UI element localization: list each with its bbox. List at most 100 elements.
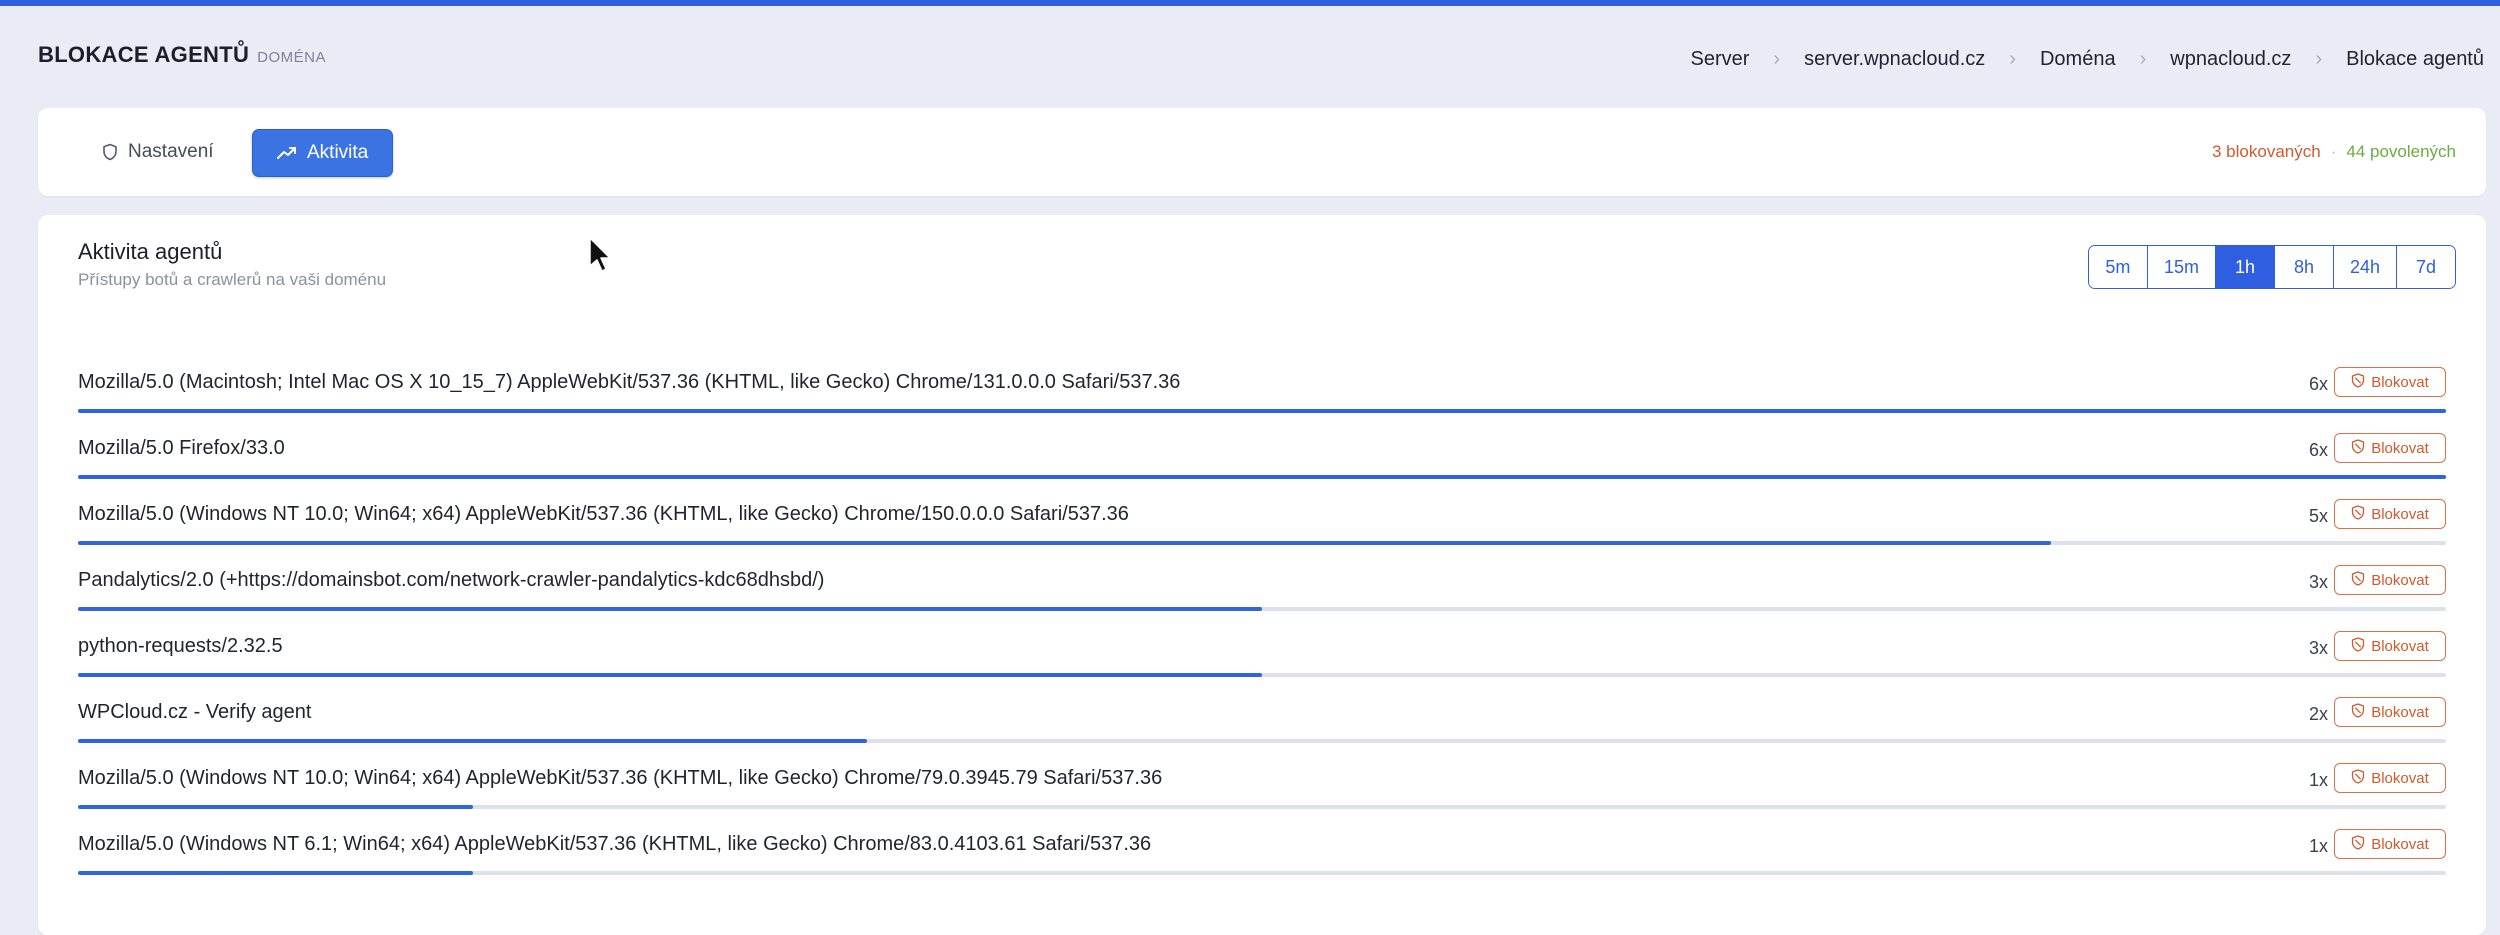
block-agent-label: Blokovat (2371, 439, 2429, 457)
agent-user-agent: Mozilla/5.0 (Windows NT 10.0; Win64; x64… (78, 503, 1129, 525)
agent-user-agent: Mozilla/5.0 (Windows NT 6.1; Win64; x64)… (78, 833, 1152, 855)
activity-bar-fill (78, 475, 2446, 479)
block-shield-icon (2351, 636, 2365, 656)
agent-user-agent: WPCloud.cz - Verify agent (78, 701, 312, 723)
agent-counts: 3 blokovaných · 44 povolených (2212, 142, 2456, 162)
allowed-count: 44 povolených (2346, 142, 2456, 161)
block-shield-icon (2351, 438, 2365, 458)
shield-icon (102, 143, 118, 161)
agent-row: Pandalytics/2.0 (+https://domainsbot.com… (78, 565, 2446, 631)
block-agent-label: Blokovat (2371, 835, 2429, 853)
agent-list: Mozilla/5.0 (Macintosh; Intel Mac OS X 1… (78, 367, 2446, 895)
agent-row: Mozilla/5.0 (Macintosh; Intel Mac OS X 1… (78, 367, 2446, 433)
activity-bar-fill (78, 607, 1262, 611)
activity-bar-track (78, 475, 2446, 479)
block-agent-button[interactable]: Blokovat (2334, 367, 2446, 397)
block-shield-icon (2351, 372, 2365, 392)
page-subtitle: DOMÉNA (257, 49, 327, 66)
page-title-text: BLOKACE AGENTŮ (38, 42, 250, 67)
block-agent-label: Blokovat (2371, 769, 2429, 787)
block-shield-icon (2351, 504, 2365, 524)
range-option-5m[interactable]: 5m (2088, 246, 2147, 288)
activity-title: Aktivita agentů (78, 239, 223, 264)
counts-separator: · (2330, 142, 2337, 161)
block-agent-button[interactable]: Blokovat (2334, 499, 2446, 529)
range-option-1h[interactable]: 1h (2214, 246, 2274, 288)
block-shield-icon (2351, 834, 2365, 854)
activity-bar-fill (78, 871, 473, 875)
activity-bar-fill (78, 409, 2446, 413)
range-option-24h[interactable]: 24h (2332, 246, 2396, 288)
tabs-card: Nastavení Aktivita 3 blokovaných · 44 po… (38, 108, 2486, 196)
agent-user-agent: Mozilla/5.0 (Macintosh; Intel Mac OS X 1… (78, 371, 1181, 393)
breadcrumb-item-current: Blokace agentů (2346, 48, 2484, 70)
trend-line-icon (277, 146, 297, 160)
activity-bar-fill (78, 739, 868, 743)
activity-bar-track (78, 673, 2446, 677)
activity-bar-track (78, 739, 2446, 743)
block-shield-icon (2351, 702, 2365, 722)
chevron-right-icon: › (2009, 48, 2016, 70)
block-agent-button[interactable]: Blokovat (2334, 565, 2446, 595)
block-agent-button[interactable]: Blokovat (2334, 433, 2446, 463)
block-agent-label: Blokovat (2371, 703, 2429, 721)
agent-user-agent: Pandalytics/2.0 (+https://domainsbot.com… (78, 569, 825, 591)
agent-request-count: 6x (2308, 374, 2328, 394)
block-agent-button[interactable]: Blokovat (2334, 697, 2446, 727)
tab-activity[interactable]: Aktivita (252, 129, 394, 177)
agent-row: Mozilla/5.0 Firefox/33.0 6x Blokovat (78, 433, 2446, 499)
block-agent-label: Blokovat (2371, 571, 2429, 589)
chevron-right-icon: › (1773, 48, 1781, 70)
top-accent-bar (0, 0, 2500, 6)
activity-bar-fill (78, 541, 2052, 545)
range-option-8h[interactable]: 8h (2273, 246, 2333, 288)
activity-bar-fill (78, 805, 473, 809)
breadcrumb-item-domain[interactable]: Doména (2040, 48, 2116, 71)
activity-bar-track (78, 871, 2446, 875)
block-agent-label: Blokovat (2371, 505, 2429, 523)
activity-bar-track (78, 805, 2446, 809)
block-agent-label: Blokovat (2371, 637, 2429, 655)
time-range-selector: 5m 15m 1h 8h 24h 7d (2087, 245, 2456, 289)
agent-row: Mozilla/5.0 (Windows NT 10.0; Win64; x64… (78, 763, 2446, 829)
agent-user-agent: python-requests/2.32.5 (78, 635, 283, 657)
chevron-right-icon: › (2139, 48, 2147, 70)
activity-card: Aktivita agentů Přístupy botů a crawlerů… (38, 215, 2486, 935)
agent-request-count: 3x (2308, 638, 2328, 658)
agent-user-agent: Mozilla/5.0 Firefox/33.0 (78, 437, 285, 459)
agent-request-count: 3x (2308, 572, 2328, 592)
breadcrumb-item-domain-name[interactable]: wpnacloud.cz (2170, 48, 2291, 71)
block-agent-button[interactable]: Blokovat (2334, 829, 2446, 859)
range-option-15m[interactable]: 15m (2146, 246, 2215, 288)
activity-bar-track (78, 409, 2446, 413)
agent-row: Mozilla/5.0 (Windows NT 10.0; Win64; x64… (78, 499, 2446, 565)
tab-settings-label: Nastavení (128, 141, 214, 162)
agent-row: python-requests/2.32.5 3x Blokovat (78, 631, 2446, 697)
breadcrumb: Server › server.wpnacloud.cz › Doména › … (1691, 48, 2484, 71)
tab-settings[interactable]: Nastavení (78, 129, 238, 175)
chevron-right-icon: › (2315, 48, 2323, 70)
block-shield-icon (2351, 570, 2365, 590)
activity-bar-track (78, 541, 2446, 545)
agent-row: Mozilla/5.0 (Windows NT 6.1; Win64; x64)… (78, 829, 2446, 895)
activity-bar-fill (78, 673, 1262, 677)
range-option-7d[interactable]: 7d (2396, 246, 2455, 288)
agent-user-agent: Mozilla/5.0 (Windows NT 10.0; Win64; x64… (78, 767, 1163, 789)
activity-bar-track (78, 607, 2446, 611)
agent-request-count: 6x (2308, 440, 2328, 460)
agent-request-count: 1x (2308, 836, 2328, 856)
breadcrumb-item-server[interactable]: Server (1691, 48, 1750, 71)
agent-request-count: 1x (2308, 770, 2328, 790)
block-agent-label: Blokovat (2371, 373, 2429, 391)
blocked-count: 3 blokovaných (2212, 142, 2321, 161)
breadcrumb-item-server-host[interactable]: server.wpnacloud.cz (1804, 48, 1985, 71)
block-agent-button[interactable]: Blokovat (2334, 763, 2446, 793)
block-agent-button[interactable]: Blokovat (2334, 631, 2446, 661)
page-title: BLOKACE AGENTŮ DOMÉNA (38, 42, 326, 68)
activity-subtitle: Přístupy botů a crawlerů na vaši doménu (78, 270, 387, 289)
agent-request-count: 5x (2308, 506, 2328, 526)
mouse-cursor-icon (588, 236, 614, 279)
block-shield-icon (2351, 768, 2365, 788)
agent-request-count: 2x (2308, 704, 2328, 724)
agent-row: WPCloud.cz - Verify agent 2x Blokovat (78, 697, 2446, 763)
